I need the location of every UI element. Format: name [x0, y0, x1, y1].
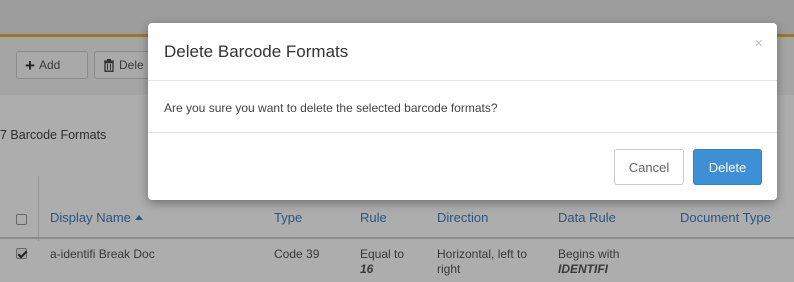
- dialog-message: Are you sure you want to delete the sele…: [164, 101, 498, 115]
- delete-confirmation-dialog: Delete Barcode Formats × Are you sure yo…: [148, 23, 777, 200]
- dialog-body: Are you sure you want to delete the sele…: [148, 81, 777, 133]
- confirm-delete-button[interactable]: Delete: [693, 149, 762, 185]
- dialog-title: Delete Barcode Formats: [164, 42, 349, 61]
- dialog-footer: Cancel Delete: [148, 133, 777, 200]
- dialog-header: Delete Barcode Formats ×: [148, 23, 777, 81]
- cancel-button[interactable]: Cancel: [614, 149, 684, 185]
- close-icon[interactable]: ×: [754, 35, 763, 52]
